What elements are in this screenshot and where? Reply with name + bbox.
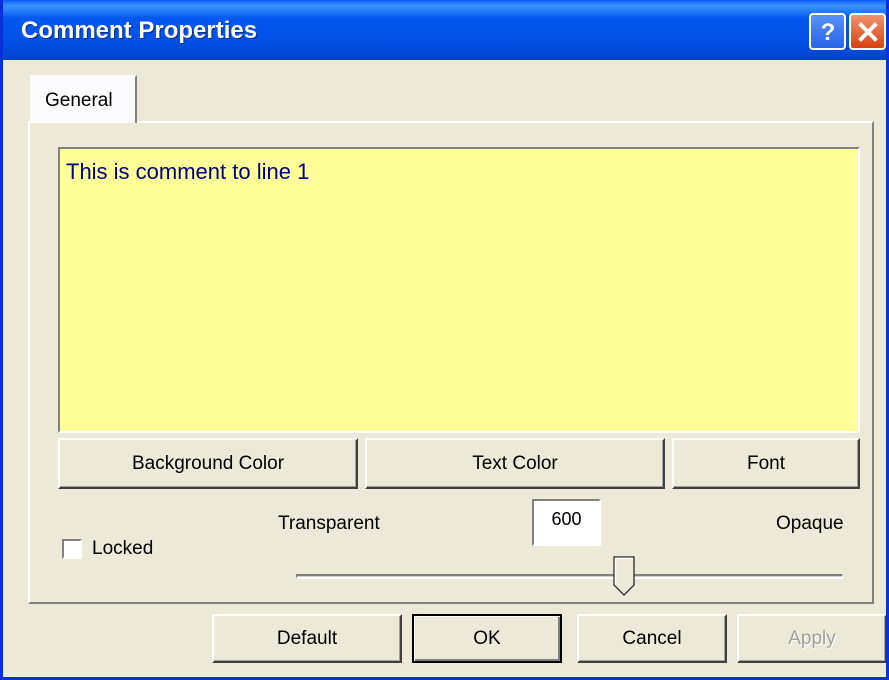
comment-text-area[interactable]: This is comment to line 1 [58, 147, 860, 433]
opaque-label: Opaque [776, 513, 844, 534]
text-color-button[interactable]: Text Color [365, 438, 665, 489]
close-button[interactable] [849, 13, 886, 50]
background-color-button[interactable]: Background Color [58, 438, 358, 489]
default-button[interactable]: Default [212, 614, 402, 663]
apply-button[interactable]: Apply [737, 614, 886, 663]
transparent-label: Transparent [278, 513, 380, 534]
title-bar[interactable]: Comment Properties ? [3, 0, 886, 60]
help-button[interactable]: ? [809, 13, 846, 50]
comment-properties-dialog: Comment Properties ? General This is com… [0, 0, 889, 680]
svg-text:?: ? [820, 19, 835, 45]
opacity-value-field[interactable]: 600 [532, 499, 601, 546]
close-icon [857, 21, 878, 42]
help-icon: ? [820, 19, 835, 45]
opacity-slider-track[interactable] [296, 574, 843, 579]
dialog-title: Comment Properties [21, 17, 258, 44]
locked-label: Locked [92, 538, 154, 559]
opacity-slider-thumb[interactable] [613, 556, 635, 596]
font-button[interactable]: Font [672, 438, 860, 489]
tab-general[interactable]: General [30, 75, 137, 123]
cancel-button[interactable]: Cancel [577, 614, 727, 663]
locked-checkbox[interactable] [62, 539, 82, 559]
ok-button[interactable]: OK [412, 614, 562, 663]
